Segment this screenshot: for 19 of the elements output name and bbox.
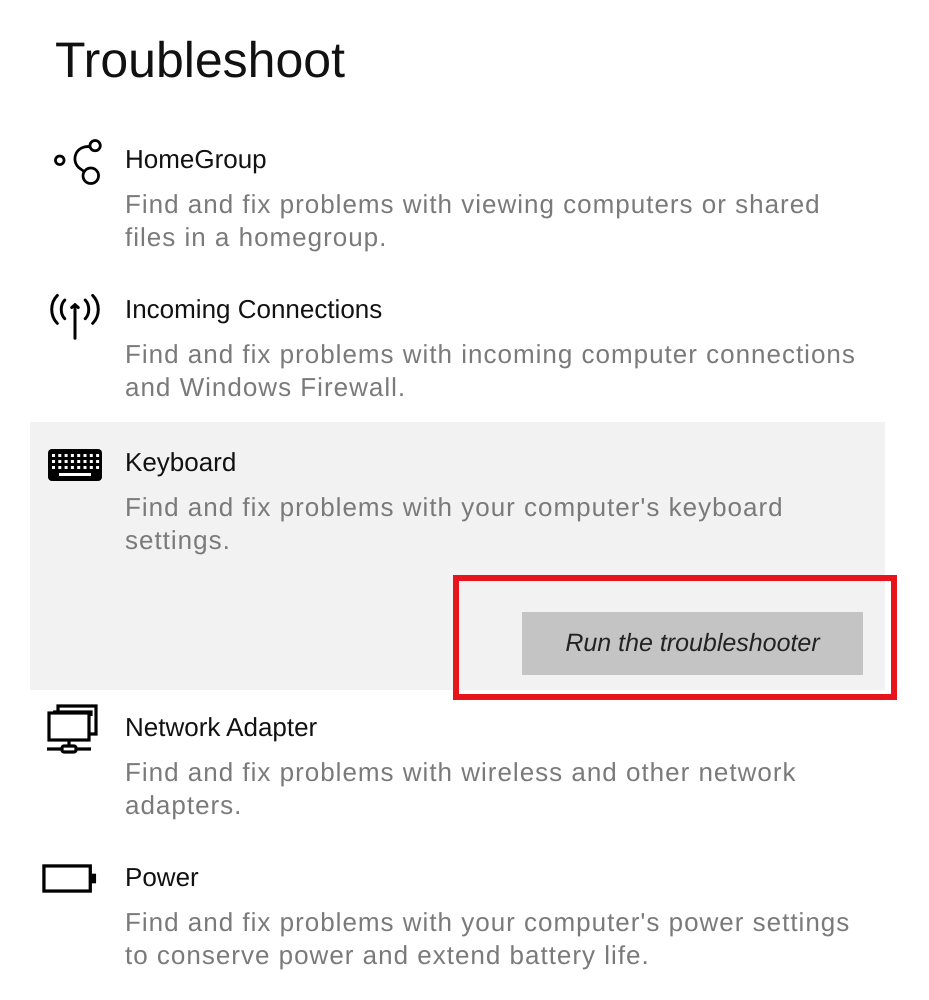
run-troubleshooter-button[interactable]: Run the troubleshooter bbox=[522, 612, 863, 675]
troubleshooter-name: Network Adapter bbox=[125, 712, 318, 742]
page-title: Troubleshoot bbox=[55, 31, 345, 90]
troubleshooter-description: Find and fix problems with incoming computer connections and Windows Firewall. bbox=[125, 338, 857, 404]
troubleshooter-item[interactable]: Network Adapter Find and fix problems with wireless and other network adapters. bbox=[30, 690, 885, 840]
troubleshooter-item[interactable]: HomeGroup Find and fix problems with viewing computers or shared files in a homegroup. bbox=[30, 122, 885, 272]
troubleshooter-item[interactable]: Power Find and fix problems with your computer's power settings to conserve power and extend battery life. bbox=[30, 840, 885, 990]
keyboard-icon bbox=[48, 449, 102, 481]
troubleshooter-name: Keyboard bbox=[125, 447, 236, 477]
troubleshooter-item[interactable]: Keyboard Find and fix problems with your computer's keyboard settings. Run the troubleshooter bbox=[30, 422, 885, 690]
troubleshooter-name: Power bbox=[125, 862, 199, 892]
troubleshooter-description: Find and fix problems with your computer's keyboard settings. bbox=[125, 491, 785, 557]
battery-icon bbox=[42, 864, 98, 893]
troubleshooter-description: Find and fix problems with viewing computers or shared files in a homegroup. bbox=[125, 188, 822, 254]
troubleshooter-description: Find and fix problems with wireless and other network adapters. bbox=[125, 756, 798, 822]
troubleshooter-name: HomeGroup bbox=[125, 144, 267, 174]
troubleshooter-name: Incoming Connections bbox=[125, 294, 382, 324]
troubleshooter-description: Find and fix problems with your computer's power settings to conserve power and extend battery life. bbox=[125, 906, 852, 972]
troubleshooter-item[interactable]: Incoming Connections Find and fix problems with incoming computer connections and Windows Firewall. bbox=[30, 272, 885, 422]
